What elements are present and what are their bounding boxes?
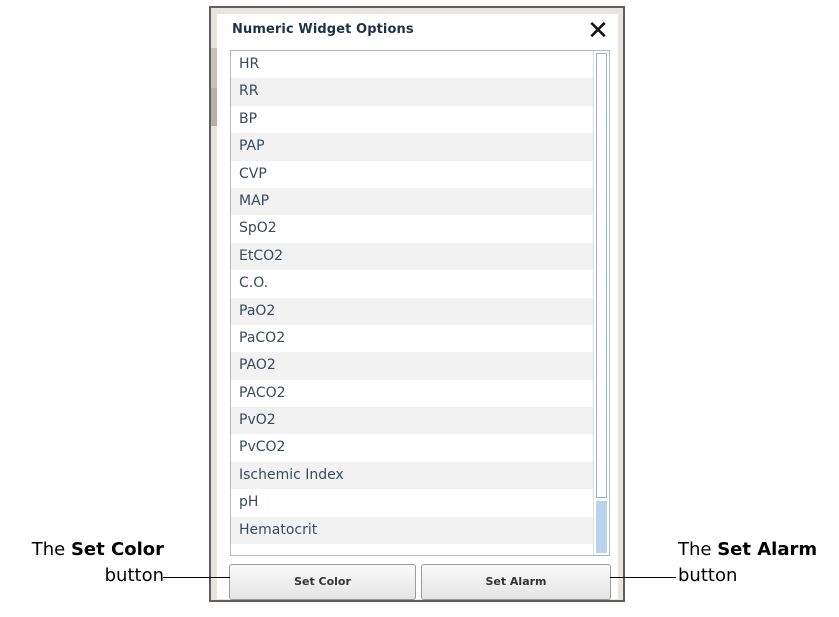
callout-bold: Set Color [70, 539, 164, 560]
set-alarm-button[interactable]: Set Alarm [421, 564, 611, 600]
list-item[interactable]: PaCO2 [231, 324, 593, 353]
options-list: HR RR BP PAP CVP MAP SpO2 EtCO2 C.O. PaO2 PaCO2 PAO… [231, 51, 593, 545]
callout-suffix: button [678, 565, 738, 586]
list-item[interactable]: EtCO2 [231, 242, 593, 271]
list-item[interactable]: PvCO2 [231, 434, 593, 462]
list-item[interactable]: SpO2 [231, 215, 593, 243]
list-item[interactable]: C.O. [231, 270, 593, 298]
list-item[interactable]: BP [231, 105, 593, 134]
list-item[interactable]: HR [231, 51, 593, 79]
list-item[interactable]: PaO2 [231, 297, 593, 325]
set-color-callout: The Set Color button [0, 537, 164, 589]
callout-prefix: The [678, 539, 718, 560]
list-item[interactable]: PAO2 [231, 352, 593, 380]
callout-suffix: button [104, 565, 164, 586]
set-alarm-leader-line [610, 577, 676, 578]
dialog-title: Numeric Widget Options [232, 22, 414, 37]
list-item[interactable]: Hematocrit [231, 516, 593, 545]
scroll-track-lower[interactable] [596, 501, 607, 553]
set-color-button[interactable]: Set Color [229, 564, 416, 600]
list-item[interactable]: pH [231, 489, 593, 517]
list-item[interactable]: CVP [231, 160, 593, 188]
options-listbox[interactable]: HR RR BP PAP CVP MAP SpO2 EtCO2 C.O. PaO2 PaCO2 PAO… [230, 50, 610, 556]
close-icon[interactable]: ✕ [585, 16, 611, 46]
callout-bold: Set Alarm [717, 539, 818, 560]
list-item[interactable]: PvO2 [231, 407, 593, 435]
list-item[interactable]: PAP [231, 133, 593, 161]
list-item[interactable]: RR [231, 78, 593, 106]
list-item[interactable]: Ischemic Index [231, 461, 593, 490]
numeric-widget-options-dialog: Numeric Widget Options ✕ HR RR BP PAP CVP MAP… [217, 14, 618, 600]
scrollbar[interactable] [593, 51, 609, 555]
callout-prefix: The [31, 539, 71, 560]
scroll-thumb[interactable] [596, 53, 607, 498]
set-color-leader-line [163, 577, 230, 578]
list-item[interactable]: PACO2 [231, 379, 593, 408]
list-item[interactable]: MAP [231, 187, 593, 216]
set-alarm-callout: The Set Alarm button [678, 537, 839, 589]
